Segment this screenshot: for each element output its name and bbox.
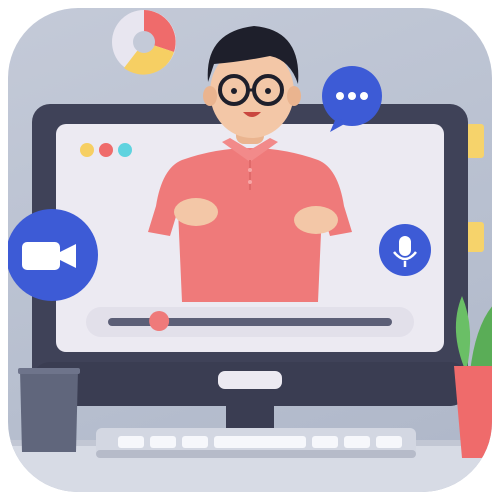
video-progress-thumb[interactable] (149, 311, 170, 331)
video-camera-button[interactable] (6, 209, 98, 301)
right-eye (265, 88, 271, 94)
window-dot-red[interactable] (99, 143, 113, 157)
shirt-button (248, 180, 252, 184)
sticky-note-bottom (466, 222, 484, 252)
illustration-scene (0, 0, 500, 500)
window-dot-yellow[interactable] (80, 143, 94, 157)
left-ear (203, 86, 217, 106)
window-dot-teal[interactable] (118, 143, 132, 157)
keyboard-space[interactable] (214, 436, 306, 448)
shirt-button (248, 168, 252, 172)
sticky-note-top (466, 124, 484, 158)
plant-leaf (470, 300, 492, 372)
right-hand (294, 206, 338, 234)
keyboard-key[interactable] (312, 436, 338, 448)
keyboard-key[interactable] (344, 436, 370, 448)
chat-bubble-icon (336, 92, 368, 100)
keyboard-key[interactable] (182, 436, 208, 448)
pie-chart-icon (112, 10, 176, 75)
keyboard-keys[interactable] (118, 436, 402, 448)
left-hand (174, 198, 218, 226)
keyboard-key[interactable] (150, 436, 176, 448)
pen-cup (20, 370, 78, 452)
left-eye (231, 88, 237, 94)
pen-cup-rim (18, 368, 80, 374)
keyboard-key[interactable] (376, 436, 402, 448)
microphone-button[interactable] (379, 224, 431, 276)
monitor-button[interactable] (218, 371, 282, 389)
keyboard-shadow (96, 450, 416, 458)
illustration-svg (6, 10, 492, 492)
right-ear (287, 86, 301, 106)
plant-pot (454, 366, 492, 458)
keyboard-key[interactable] (118, 436, 144, 448)
